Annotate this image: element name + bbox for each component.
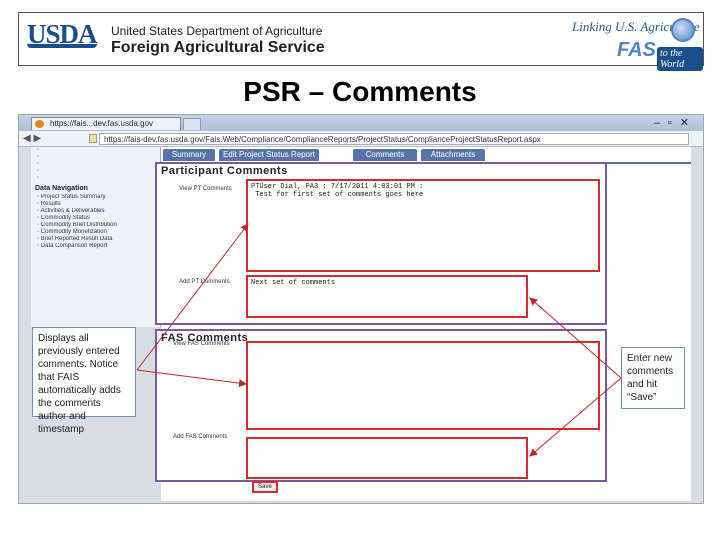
usda-logo: USDA <box>27 19 98 49</box>
header-banner: USDA United States Department of Agricul… <box>18 12 704 71</box>
view-pt-comments-label: View PT Comments <box>179 186 232 192</box>
add-fas-comments-label: Add FAS Comments <box>173 434 228 440</box>
add-pt-comments-label: Add PT Comments <box>179 279 230 285</box>
globe-icon <box>671 18 695 42</box>
callout-view-comments: Displays all previously entered comments… <box>32 327 136 435</box>
add-pt-comments-input[interactable]: Next set of comments <box>246 275 528 318</box>
participant-comments-title: Participant Comments <box>161 165 288 177</box>
page-tabs: Summary Edit Project Status Report Comme… <box>161 149 691 164</box>
new-tab-button[interactable] <box>183 118 201 130</box>
tab-attachments[interactable]: Attachments <box>421 149 485 161</box>
nav-item[interactable]: Results <box>37 201 160 208</box>
back-forward-icon[interactable]: ◀ ▶ <box>23 133 41 144</box>
tagline-end: to the World <box>657 47 703 71</box>
address-bar: ◀ ▶ https://fais-dev.fas.usda.gov/Fais.W… <box>19 131 703 147</box>
nav-item[interactable] <box>37 161 160 168</box>
nav-item[interactable]: Commodity Monetization <box>37 229 160 236</box>
left-navigation: Data Navigation Project Status Summary R… <box>31 147 161 327</box>
window-controls[interactable]: –▫✕ <box>654 116 697 129</box>
nav-item[interactable]: Brief Reported Result Data <box>37 236 160 243</box>
tab-comments[interactable]: Comments <box>353 149 417 161</box>
browser-tab-bar: https://fais...dev.fas.usda.gov –▫✕ <box>19 115 703 131</box>
nav-item[interactable] <box>37 175 160 182</box>
url-field[interactable]: https://fais-dev.fas.usda.gov/Fais.Web/C… <box>99 133 689 145</box>
save-button[interactable]: Save <box>252 481 278 493</box>
fas-logo-mark: FAS <box>617 39 656 61</box>
nav-item[interactable] <box>37 154 160 161</box>
browser-tab-label: https://fais...dev.fas.usda.gov <box>50 119 154 128</box>
nav-item[interactable]: Data Comparison Report <box>37 243 160 250</box>
browser-tab[interactable]: https://fais...dev.fas.usda.gov <box>31 117 181 130</box>
agency-name: Foreign Agricultural Service <box>111 39 325 56</box>
view-pt-comments-box[interactable]: PTUser Dial, PA3 : 7/17/2011 4:03:01 PM … <box>246 179 600 272</box>
view-pt-comments-text: PTUser Dial, PA3 : 7/17/2011 4:03:01 PM … <box>251 183 424 199</box>
nav-item[interactable]: Activities & Deliverables <box>37 208 160 215</box>
browser-favicon-icon <box>35 120 44 128</box>
tab-summary[interactable]: Summary <box>163 149 215 161</box>
slide-title: PSR – Comments <box>243 76 477 107</box>
add-pt-comments-text: Next set of comments <box>251 279 336 287</box>
view-fas-comments-label: View FAS Comments <box>173 341 230 347</box>
tab-edit-project-status-report[interactable]: Edit Project Status Report <box>219 149 319 161</box>
nav-item[interactable] <box>37 147 160 154</box>
callout-enter-comments: Enter new comments and hit “Save” <box>621 347 685 409</box>
view-fas-comments-box[interactable] <box>246 341 600 430</box>
add-fas-comments-input[interactable] <box>246 437 528 479</box>
nav-item[interactable]: Project Status Summary <box>37 194 160 201</box>
nav-item[interactable]: Commodity Status <box>37 215 160 222</box>
department-name: United States Department of Agriculture <box>111 24 323 38</box>
nav-item[interactable]: Commodity Brief Distribution <box>37 222 160 229</box>
nav-item[interactable] <box>37 168 160 175</box>
nav-header: Data Navigation <box>35 185 88 192</box>
slide: USDA United States Department of Agricul… <box>0 0 720 540</box>
lock-icon <box>89 134 97 143</box>
